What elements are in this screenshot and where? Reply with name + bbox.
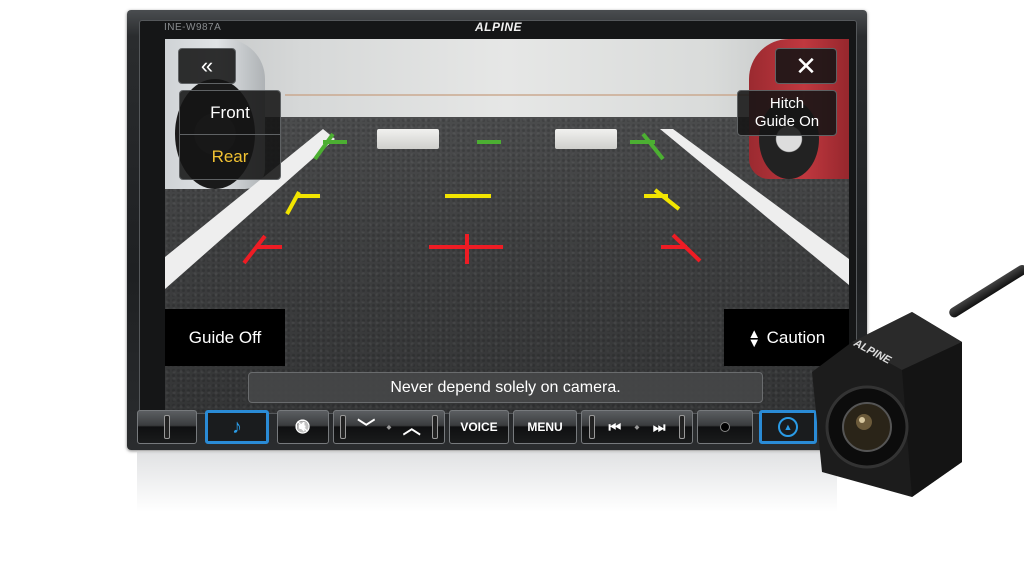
aux-jack-icon [720,422,730,432]
camera-warning-banner: Never depend solely on camera. [248,372,763,403]
navigation-arrow-icon: ▲ [778,417,798,437]
model-label: INE-W987A [164,22,222,33]
camera-select: Front Rear [179,90,281,180]
camera-option-rear[interactable]: Rear [180,134,280,178]
head-unit: INE-W987A ALPINE « ✕ Front Rear Hitch Gu… [127,10,867,450]
skip-next-button[interactable]: ⏭ [653,419,666,436]
guide-off-label: Guide Off [188,327,262,347]
volume-rocker: ﹀ ◆ ︿ [333,410,445,444]
power-knob[interactable] [137,410,197,444]
hardware-controls: ♪ 🔇 ﹀ ◆ ︿ VOICE MENU ⏮ ◆ ⏭ ▲ [137,410,857,446]
camera-view: « ✕ Front Rear Hitch Guide On Guide Off … [165,39,849,413]
music-note-icon: ♪ [232,415,242,438]
mute-icon: 🔇 [294,419,312,434]
guide-line-mid-left-leg [285,191,301,215]
guide-line-mid-right-leg [653,188,681,211]
up-down-arrows-icon: ▲ ▼ [747,325,761,350]
guide-line-near-left-leg [242,234,267,265]
double-chevron-left-icon: « [200,53,214,78]
backup-camera [812,312,962,497]
lane-line-right [660,129,849,285]
voice-label: VOICE [460,420,498,434]
volume-up-button[interactable]: ︿ [403,414,421,440]
unit-reflection [137,452,837,512]
close-icon: ✕ [795,50,817,81]
mute-button[interactable]: 🔇 [277,410,329,444]
hitch-guide-line1: Hitch [769,95,805,112]
menu-label: MENU [527,420,563,434]
voice-button[interactable]: VOICE [449,410,509,444]
camera-option-front[interactable]: Front [180,91,280,134]
hitch-guide-button[interactable]: Hitch Guide On [737,90,837,136]
skip-previous-button[interactable]: ⏮ [608,419,621,436]
aux-jack[interactable] [697,410,753,444]
volume-down-button[interactable]: ﹀ [357,414,375,440]
camera-cable [947,263,1024,320]
warning-text: Never depend solely on camera. [390,378,621,396]
guide-off-button[interactable]: Guide Off [165,309,285,366]
brand-logo: ALPINE [475,20,523,34]
close-button[interactable]: ✕ [775,48,837,84]
back-button[interactable]: « [178,48,236,84]
music-button[interactable]: ♪ [205,410,269,444]
guide-line-far-right-leg [641,132,665,161]
hitch-guide-line2: Guide On [754,113,820,130]
menu-button[interactable]: MENU [513,410,577,444]
navigation-button[interactable]: ▲ [759,410,817,444]
track-rocker: ⏮ ◆ ⏭ [581,410,693,444]
